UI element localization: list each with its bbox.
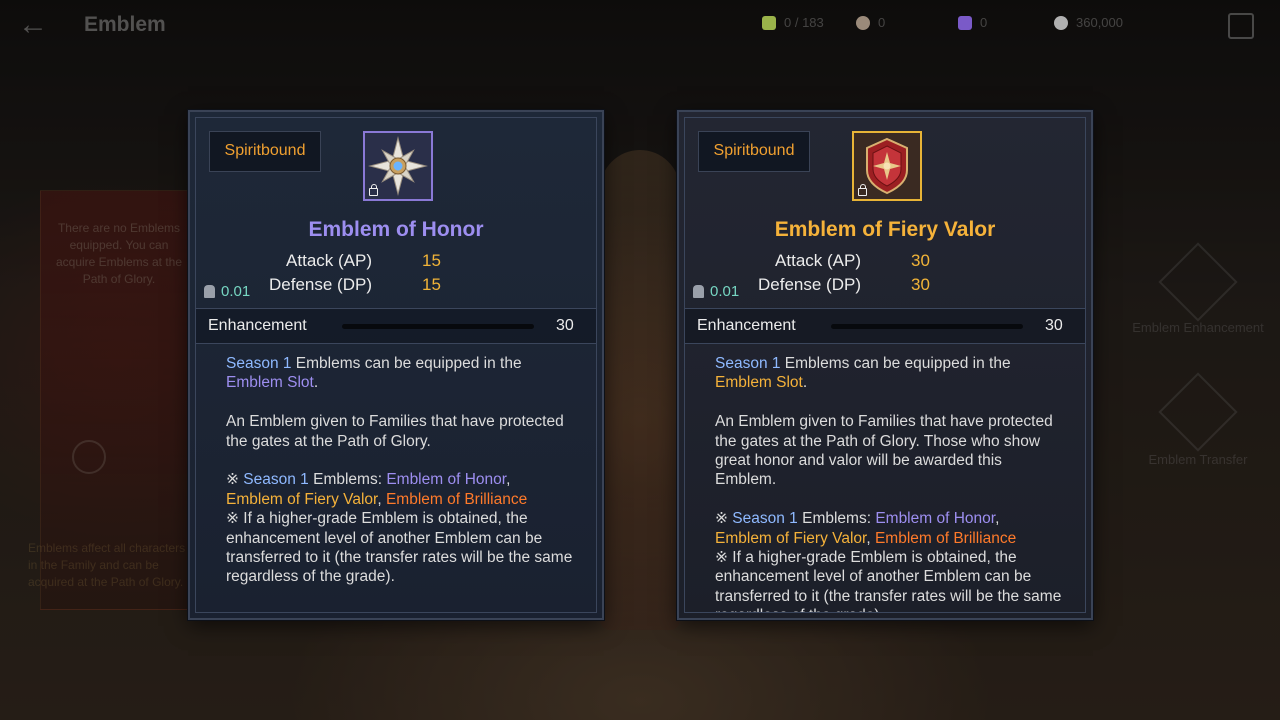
weight-value: 0.01 bbox=[221, 283, 251, 300]
stat-label: Attack (AP) bbox=[286, 251, 372, 270]
slot-info: Season 1 Emblems can be equipped in the E… bbox=[715, 354, 1065, 393]
currency-value: 0 bbox=[980, 15, 988, 30]
list-sep: , bbox=[995, 510, 1000, 528]
slot-icon bbox=[762, 15, 776, 30]
emblem-fiery-link: Emblem of Fiery Valor bbox=[715, 529, 867, 547]
enhancement-label: Enhancement bbox=[208, 317, 307, 334]
emblem-honor-link: Emblem of Honor bbox=[386, 471, 507, 489]
list-text: Emblems: bbox=[308, 471, 387, 489]
weight-value: 0.01 bbox=[710, 283, 740, 300]
stat-label: Attack (AP) bbox=[775, 251, 861, 270]
exit-icon[interactable] bbox=[1228, 13, 1254, 39]
top-bar: ← Emblem 0 / 183 0 0 360,000 bbox=[0, 0, 1280, 52]
list-sep: , bbox=[506, 471, 511, 489]
spiritbound-badge: Spiritbound bbox=[209, 131, 321, 172]
enhancement-value: 30 bbox=[1045, 317, 1063, 334]
coin-icon bbox=[856, 15, 870, 30]
item-description: Season 1 Emblems can be equipped in the E… bbox=[226, 354, 576, 587]
transfer-note: ※ If a higher-grade Emblem is obtained, … bbox=[715, 549, 1062, 612]
enhancement-value: 30 bbox=[556, 317, 574, 334]
item-weight: 0.01 bbox=[693, 283, 739, 300]
enhancement-bar bbox=[342, 324, 534, 329]
slot-name: Emblem Slot bbox=[715, 374, 803, 392]
season-text: Season 1 bbox=[715, 355, 781, 372]
stat-value: 15 bbox=[422, 251, 441, 270]
stat-value: 30 bbox=[911, 251, 930, 270]
emblem-brilliance-link: Emblem of Brilliance bbox=[874, 529, 1017, 547]
currency-value: 0 / 183 bbox=[784, 15, 824, 30]
enhancement-label: Enhancement bbox=[697, 317, 796, 334]
list-sep: , bbox=[866, 529, 875, 547]
enhancement-row: Enhancement 30 bbox=[685, 308, 1085, 344]
silver-icon bbox=[1054, 15, 1068, 30]
emblem-list: ※ Season 1 Emblems: Emblem of Honor, Embl… bbox=[226, 470, 576, 509]
currency-a: 0 bbox=[856, 15, 885, 30]
tooltip-frame: Spiritbound Emblem of Honor Attack (AP) … bbox=[195, 117, 597, 613]
stat-value: 15 bbox=[422, 275, 441, 294]
spiritbound-badge: Spiritbound bbox=[698, 131, 810, 172]
slot-text: Emblems can be equipped in the bbox=[780, 355, 1011, 372]
flavor-text: An Emblem given to Families that have pr… bbox=[715, 413, 1053, 489]
stat-label: Defense (DP) bbox=[758, 275, 861, 294]
item-weight: 0.01 bbox=[204, 283, 250, 300]
tooltip-emblem-of-honor: Spiritbound Emblem of Honor Attack (AP) … bbox=[188, 110, 604, 620]
item-name: Emblem of Fiery Valor bbox=[774, 218, 996, 241]
emblem-icon-frame bbox=[363, 131, 433, 201]
emblem-brilliance-link: Emblem of Brilliance bbox=[385, 490, 528, 508]
transfer-note: ※ If a higher-grade Emblem is obtained, … bbox=[226, 510, 573, 586]
item-name: Emblem of Honor bbox=[308, 218, 484, 241]
page-title: Emblem bbox=[84, 13, 166, 36]
stat-value: 30 bbox=[911, 275, 930, 294]
list-text: Emblems: bbox=[797, 510, 876, 528]
tooltip-emblem-of-fiery-valor: Spiritbound Emblem of Fiery Valor Attack… bbox=[677, 110, 1093, 620]
list-sep: , bbox=[377, 490, 386, 508]
flavor-text: An Emblem given to Families that have pr… bbox=[226, 413, 564, 450]
enhancement-bar bbox=[831, 324, 1023, 329]
weight-icon bbox=[204, 285, 215, 298]
emblem-icon-frame bbox=[852, 131, 922, 201]
gem-icon bbox=[958, 15, 972, 30]
currency-b: 0 bbox=[958, 15, 987, 30]
slot-info: Season 1 Emblems can be equipped in the E… bbox=[226, 354, 576, 393]
currency-value: 0 bbox=[878, 15, 886, 30]
season-text: Season 1 bbox=[243, 471, 309, 489]
stat-label: Defense (DP) bbox=[269, 275, 372, 294]
lock-icon bbox=[858, 184, 867, 196]
emblem-fiery-link: Emblem of Fiery Valor bbox=[226, 490, 378, 508]
emblem-honor-link: Emblem of Honor bbox=[875, 510, 996, 528]
season-text: Season 1 bbox=[226, 355, 292, 372]
currency-slots: 0 / 183 bbox=[762, 15, 824, 30]
item-description: Season 1 Emblems can be equipped in the E… bbox=[715, 354, 1065, 612]
list-prefix: ※ bbox=[715, 510, 733, 528]
emblem-list: ※ Season 1 Emblems: Emblem of Honor, Embl… bbox=[715, 509, 1065, 548]
slot-text: Emblems can be equipped in the bbox=[291, 355, 522, 372]
currency-silver: 360,000 bbox=[1054, 15, 1123, 30]
tooltip-frame: Spiritbound Emblem of Fiery Valor Attack… bbox=[684, 117, 1086, 613]
season-text: Season 1 bbox=[732, 510, 798, 528]
enhancement-row: Enhancement 30 bbox=[196, 308, 596, 344]
slot-name: Emblem Slot bbox=[226, 374, 314, 392]
back-arrow-icon[interactable]: ← bbox=[18, 10, 54, 42]
slot-end: . bbox=[802, 374, 808, 392]
list-prefix: ※ bbox=[226, 471, 244, 489]
lock-icon bbox=[369, 184, 378, 196]
currency-value: 360,000 bbox=[1076, 15, 1123, 30]
slot-end: . bbox=[313, 374, 319, 392]
weight-icon bbox=[693, 285, 704, 298]
